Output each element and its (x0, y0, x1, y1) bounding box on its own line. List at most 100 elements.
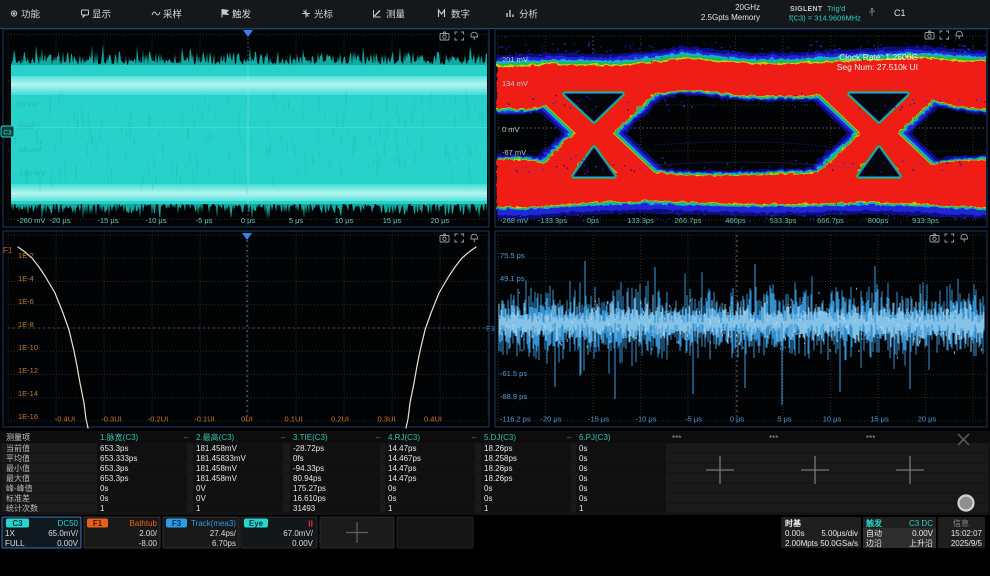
svg-text:-20 μs: -20 μs (50, 216, 71, 225)
svg-text:2.5Gpts Memory: 2.5Gpts Memory (701, 13, 760, 22)
svg-text:1E-10: 1E-10 (18, 343, 38, 352)
svg-text:F1: F1 (93, 519, 103, 528)
svg-text:自动: 自动 (866, 528, 882, 538)
svg-text:光标: 光标 (314, 9, 334, 21)
svg-text:0.1UI: 0.1UI (285, 415, 303, 424)
svg-text:平均值: 平均值 (6, 453, 30, 463)
svg-text:F1: F1 (3, 246, 13, 255)
svg-text:5.00μs/div: 5.00μs/div (821, 529, 858, 538)
svg-text:15 μs: 15 μs (383, 216, 402, 225)
svg-text:0ps: 0ps (587, 216, 599, 225)
svg-text:0s: 0s (100, 484, 108, 493)
svg-text:时基: 时基 (785, 518, 802, 528)
svg-text:-130 mV: -130 mV (17, 169, 45, 178)
svg-text:666.7ps: 666.7ps (817, 216, 844, 225)
svg-text:5 μs: 5 μs (289, 216, 304, 225)
svg-text:2025/9/5: 2025/9/5 (951, 539, 983, 548)
svg-text:18.258ps: 18.258ps (484, 454, 517, 463)
svg-text:-5 μs: -5 μs (685, 415, 702, 424)
svg-text:800ps: 800ps (868, 216, 889, 225)
svg-text:0.00s: 0.00s (785, 529, 805, 538)
svg-text:II: II (308, 519, 313, 529)
svg-text:133.3ps: 133.3ps (627, 216, 654, 225)
svg-text:6.70ps: 6.70ps (212, 539, 236, 548)
svg-text:400ps: 400ps (725, 216, 746, 225)
svg-text:–: – (184, 433, 189, 442)
svg-text:-15 μs: -15 μs (98, 216, 119, 225)
svg-text:f(C3) = 314.9606MHz: f(C3) = 314.9606MHz (789, 14, 861, 23)
svg-text:65.0mV/: 65.0mV/ (48, 529, 79, 538)
svg-text:-61.5 ps: -61.5 ps (500, 369, 527, 378)
svg-text:-94.33ps: -94.33ps (293, 464, 324, 473)
svg-text:80.94ps: 80.94ps (293, 474, 321, 483)
svg-text:–: – (567, 433, 572, 442)
svg-text:1E-2: 1E-2 (18, 251, 34, 260)
svg-text:653.3ps: 653.3ps (100, 464, 128, 473)
svg-text:-268 mV: -268 mV (500, 216, 528, 225)
svg-text:20GHz: 20GHz (735, 3, 760, 12)
svg-text:3.TIE(C3): 3.TIE(C3) (293, 433, 328, 442)
svg-text:533.3ps: 533.3ps (770, 216, 797, 225)
svg-text:75.5 ps: 75.5 ps (500, 251, 525, 260)
svg-text:181.458mV: 181.458mV (196, 474, 238, 483)
svg-text:F3: F3 (486, 324, 495, 333)
svg-text:-67 mV: -67 mV (502, 148, 526, 157)
svg-text:-10 μs: -10 μs (636, 415, 657, 424)
svg-text:14.47ps: 14.47ps (388, 474, 416, 483)
svg-text:Bathtub: Bathtub (129, 519, 157, 528)
svg-text:0s: 0s (579, 464, 587, 473)
svg-text:信息: 信息 (953, 518, 969, 528)
svg-text:14.47ps: 14.47ps (388, 444, 416, 453)
svg-text:0s: 0s (579, 444, 587, 453)
svg-text:Eye: Eye (249, 519, 264, 528)
svg-text:0s: 0s (579, 484, 587, 493)
svg-text:1E-14: 1E-14 (18, 389, 38, 398)
svg-text:1E-16: 1E-16 (18, 412, 38, 421)
svg-text:0 μs: 0 μs (730, 415, 745, 424)
svg-text:1: 1 (484, 504, 489, 513)
svg-text:0s: 0s (388, 494, 396, 503)
svg-text:-0.1UI: -0.1UI (194, 415, 214, 424)
svg-text:功能: 功能 (21, 9, 41, 21)
svg-text:-28.72ps: -28.72ps (293, 444, 324, 453)
svg-text:4.RJ(C3): 4.RJ(C3) (388, 433, 420, 442)
svg-text:1: 1 (100, 504, 105, 513)
svg-text:0.00V: 0.00V (292, 539, 314, 548)
svg-text:0UI: 0UI (241, 415, 253, 424)
svg-text:18.26ps: 18.26ps (484, 474, 512, 483)
svg-text:49.1 ps: 49.1 ps (500, 274, 525, 283)
svg-text:-15 μs: -15 μs (588, 415, 609, 424)
svg-text:181.458mV: 181.458mV (196, 464, 238, 473)
svg-text:0s: 0s (579, 474, 587, 483)
svg-text:181.45833mV: 181.45833mV (196, 454, 246, 463)
svg-text:65 mV: 65 mV (17, 100, 39, 109)
svg-text:Seg Num: 27.510k UI: Seg Num: 27.510k UI (837, 62, 918, 72)
svg-text:数字: 数字 (451, 9, 470, 21)
svg-text:20 μs: 20 μs (431, 216, 450, 225)
svg-text:统计次数: 统计次数 (6, 503, 38, 513)
svg-text:***: *** (672, 434, 681, 443)
svg-text:653.333ps: 653.333ps (100, 454, 137, 463)
svg-text:标准差: 标准差 (6, 493, 30, 503)
svg-text:1.脉宽(C3): 1.脉宽(C3) (100, 432, 139, 442)
svg-text:分析: 分析 (519, 9, 539, 21)
svg-text:***: *** (866, 434, 875, 443)
svg-text:Trig'd: Trig'd (827, 4, 845, 13)
svg-text:933.3ps: 933.3ps (912, 216, 939, 225)
svg-text:DC50: DC50 (58, 519, 79, 528)
svg-text:0 mV: 0 mV (17, 123, 35, 132)
svg-text:14.467ps: 14.467ps (388, 454, 421, 463)
svg-text:1E-12: 1E-12 (18, 366, 38, 375)
svg-text:0s: 0s (484, 484, 492, 493)
svg-text:***: *** (769, 434, 778, 443)
svg-text:14.47ps: 14.47ps (388, 464, 416, 473)
svg-text:–: – (281, 433, 286, 442)
svg-text:1: 1 (579, 504, 584, 513)
svg-text:0s: 0s (100, 494, 108, 503)
svg-text:16.610ps: 16.610ps (293, 494, 326, 503)
svg-text:0.4UI: 0.4UI (424, 415, 442, 424)
svg-text:-88.9 ps: -88.9 ps (500, 392, 527, 401)
svg-text:175.27ps: 175.27ps (293, 484, 326, 493)
svg-text:0s: 0s (388, 484, 396, 493)
svg-text:-0.2UI: -0.2UI (148, 415, 168, 424)
